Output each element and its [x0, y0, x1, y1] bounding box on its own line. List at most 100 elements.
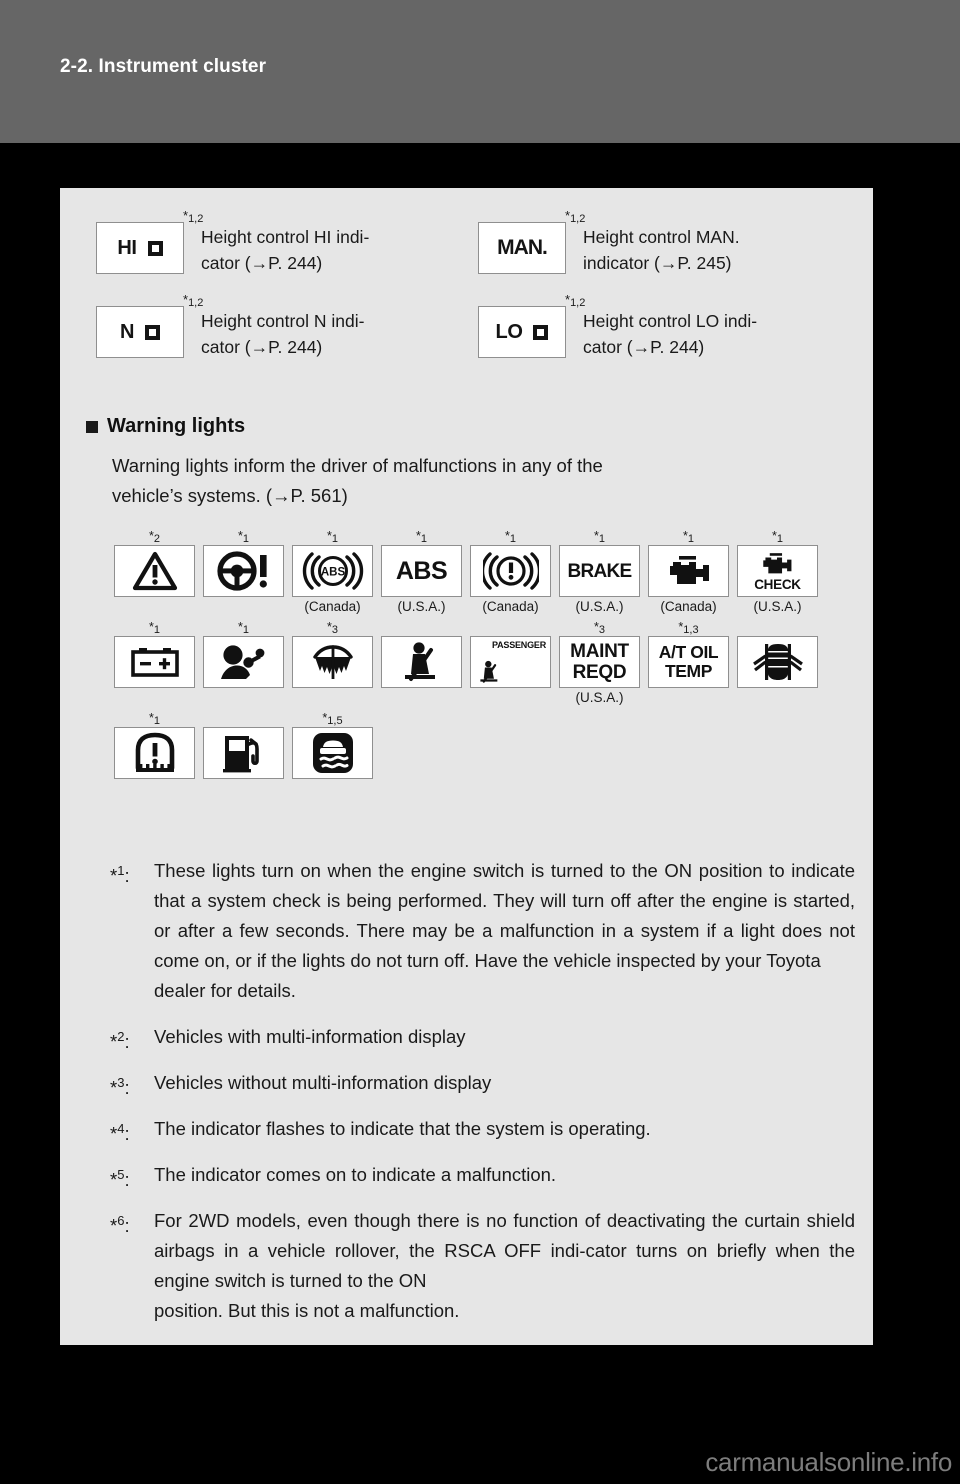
height-control-n-description: Height control N indi- cator (→P. 244) — [201, 311, 365, 357]
height-control-indicator-grid: *1,2 HI Height control HI indi- cator (→… — [88, 206, 853, 374]
footnote-ref: *1 — [772, 529, 783, 545]
footnote-text: The indicator comes on to indicate a mal… — [154, 1164, 557, 1185]
warning-light-caption — [288, 779, 377, 798]
at-oil-temp-icon-label: A/T OIL TEMP — [658, 642, 719, 681]
footnote-ref: *1 — [238, 529, 249, 545]
warning-light-cell: *3 — [288, 619, 377, 707]
warning-light-cell — [377, 619, 466, 707]
passenger-seat-belt-reminder-icon: PASSENGER — [470, 636, 551, 688]
warning-light-cell: *1 BRAKE (U.S.A.) — [555, 528, 644, 616]
footnotes-list: *1: These lights turn on when the engine… — [110, 856, 855, 1342]
power-steering-warning-icon — [203, 545, 284, 597]
warning-light-caption: (U.S.A.) — [575, 599, 624, 614]
footnote-item: *5: The indicator comes on to indicate a… — [110, 1160, 855, 1190]
footnote-text: Vehicles with multi-information display — [154, 1026, 466, 1047]
warning-light-cell: *1 ABS (Canada) — [288, 528, 377, 616]
footnote-ref: *1,2 — [183, 208, 204, 225]
footnote-ref: *1 — [327, 529, 338, 545]
warning-light-cell: *1 (Canada) — [644, 528, 733, 616]
footnote-text-tail: position. But this is not a malfunction. — [154, 1300, 460, 1321]
footnote-marker: *5: — [110, 1167, 130, 1191]
warning-lights-row-3: *1 *1,5 — [110, 710, 850, 798]
warning-light-caption — [288, 688, 377, 707]
footnote-ref: *1 — [238, 620, 249, 636]
brake-warning-usa-icon: BRAKE — [559, 545, 640, 597]
height-control-man-description: Height control MAN. indicator (→P. 245) — [583, 227, 740, 273]
abs-usa-icon-label: ABS — [395, 556, 448, 585]
warning-light-caption — [110, 779, 199, 798]
square-indicator-icon — [147, 240, 163, 256]
footnote-text: For 2WD models, even though there is no … — [154, 1210, 855, 1291]
warning-light-cell — [733, 619, 822, 707]
warning-light-cell: *1 — [199, 619, 288, 707]
height-control-man-icon-label: MAN. — [497, 236, 548, 259]
maintenance-required-icon: MAINT REQD — [559, 636, 640, 688]
height-control-lo-entry: *1,2 LO Height control LO indi- cator (→… — [470, 290, 852, 374]
square-bullet-icon — [86, 420, 98, 433]
footnote-text: Vehicles without multi-information displ… — [154, 1072, 492, 1093]
engine-check-icon-label: CHECK — [754, 576, 801, 592]
footnote-ref: *1,2 — [565, 208, 586, 225]
footnote-ref: *1 — [149, 711, 160, 727]
brake-usa-icon-label: BRAKE — [567, 560, 632, 582]
footnote-item: *2: Vehicles with multi-information disp… — [110, 1022, 855, 1052]
at-oil-temp-warning-icon: A/T OIL TEMP — [648, 636, 729, 688]
warning-light-caption — [199, 779, 288, 798]
height-control-lo-icon-label: LO — [495, 320, 523, 343]
footnote-text: These lights turn on when the engine swi… — [154, 860, 855, 971]
footnote-marker: *3: — [110, 1075, 130, 1099]
height-control-lo-description: Height control LO indi- cator (→P. 244) — [583, 311, 758, 357]
height-control-n-entry: *1,2 N Height control N indi- cator (→P.… — [88, 290, 470, 374]
warning-light-caption: (Canada) — [482, 599, 539, 614]
tire-pressure-warning-icon — [114, 727, 195, 779]
master-warning-triangle-icon — [114, 545, 195, 597]
footnote-ref: *3 — [327, 620, 338, 636]
warning-light-cell: *3 MAINT REQD (U.S.A.) — [555, 619, 644, 707]
warning-lights-heading: Warning lights — [86, 415, 245, 438]
height-control-hi-icon: HI — [96, 222, 184, 274]
warning-light-caption: (Canada) — [304, 599, 361, 614]
height-control-n-icon-label: N — [119, 320, 135, 343]
footnote-ref — [377, 619, 466, 636]
footnote-ref: *1,3 — [678, 620, 699, 636]
footnote-ref — [199, 710, 288, 727]
height-control-n-icon: N — [96, 306, 184, 358]
footnote-ref: *2 — [149, 529, 160, 545]
washer-fluid-warning-icon — [292, 636, 373, 688]
warning-light-cell: PASSENGER — [466, 619, 555, 707]
warning-light-cell: *1,3 A/T OIL TEMP — [644, 619, 733, 707]
warning-lights-row-1: *2 *1 *1 ABS (Canada) *1 ABS (U.S.A.) *1… — [110, 528, 850, 616]
warning-light-caption: (U.S.A.) — [753, 599, 802, 614]
height-control-man-entry: *1,2 MAN. Height control MAN. indicator … — [470, 206, 852, 290]
warning-light-caption: (Canada) — [660, 599, 717, 614]
footnote-ref — [733, 619, 822, 636]
abs-canada-icon-label: ABS — [320, 567, 345, 579]
maint-reqd-icon-label: MAINT REQD — [570, 641, 629, 683]
footnote-item: *4: The indicator flashes to indicate th… — [110, 1114, 855, 1144]
brake-warning-canada-icon — [470, 545, 551, 597]
intro-line-2: vehicle’s systems. (→P. 561) — [112, 485, 348, 506]
intro-line-1: Warning lights inform the driver of malf… — [112, 455, 603, 476]
warning-light-cell: *1 — [199, 528, 288, 616]
warning-lights-heading-label: Warning lights — [107, 415, 246, 437]
warning-lights-intro-text: Warning lights inform the driver of malf… — [112, 451, 852, 511]
footnote-ref: *1,2 — [565, 292, 586, 309]
content-panel: *1,2 HI Height control HI indi- cator (→… — [60, 188, 873, 1345]
height-control-hi-icon-label: HI — [117, 236, 137, 259]
footnote-ref: *3 — [594, 620, 605, 636]
footnote-ref: *1 — [505, 529, 516, 545]
warning-light-caption — [466, 688, 555, 707]
warning-lights-row-2: *1 *1 *3 PASSENGER *3 MAINT REQD (U.S.A.… — [110, 619, 850, 707]
footnote-ref: *1 — [149, 620, 160, 636]
warning-light-caption — [733, 688, 822, 707]
footnote-item: *3: Vehicles without multi-information d… — [110, 1068, 855, 1098]
page-title: 2-2. Instrument cluster — [60, 56, 267, 77]
warning-light-caption — [644, 688, 733, 707]
footnote-marker: *1: — [110, 863, 130, 887]
footnote-ref — [466, 619, 555, 636]
warning-light-cell: *1,5 — [288, 710, 377, 798]
footnote-marker: *4: — [110, 1121, 130, 1145]
page-header-band: 2-2. Instrument cluster — [0, 0, 960, 143]
height-control-hi-entry: *1,2 HI Height control HI indi- cator (→… — [88, 206, 470, 290]
abs-warning-canada-icon: ABS — [292, 545, 373, 597]
